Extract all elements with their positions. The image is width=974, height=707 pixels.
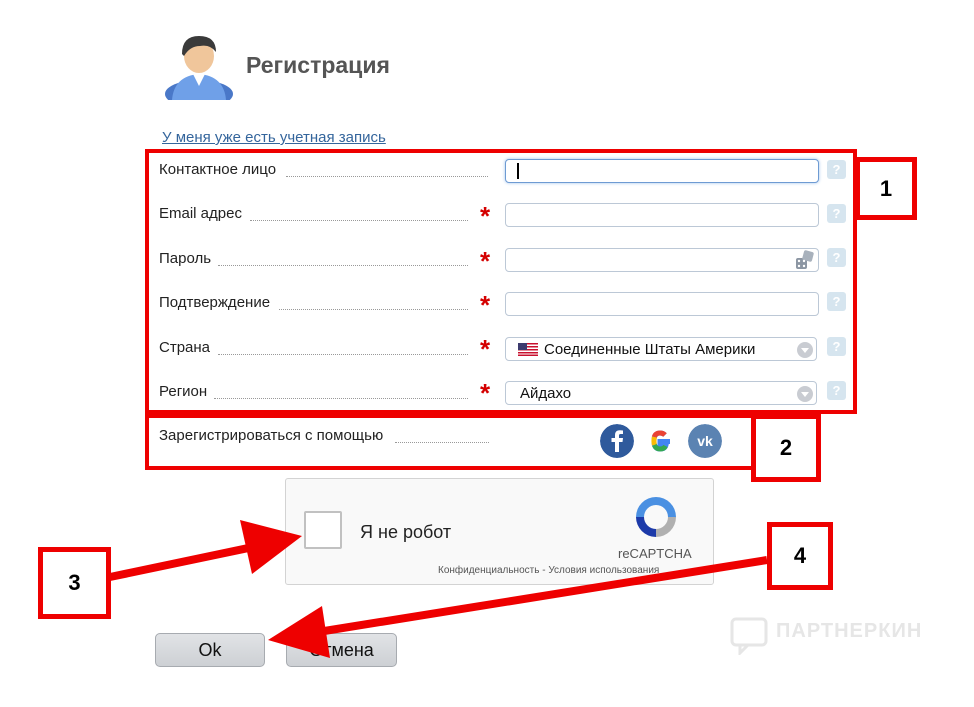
- watermark-text: ПАРТНЕРКИН: [776, 620, 923, 642]
- arrow-4-head: [268, 606, 330, 658]
- annotation-arrows: [109, 520, 768, 658]
- watermark-logo-icon: [730, 617, 768, 655]
- arrow-3-head: [240, 520, 302, 574]
- arrow-3-line: [109, 542, 259, 581]
- arrow-4-line: [317, 556, 768, 636]
